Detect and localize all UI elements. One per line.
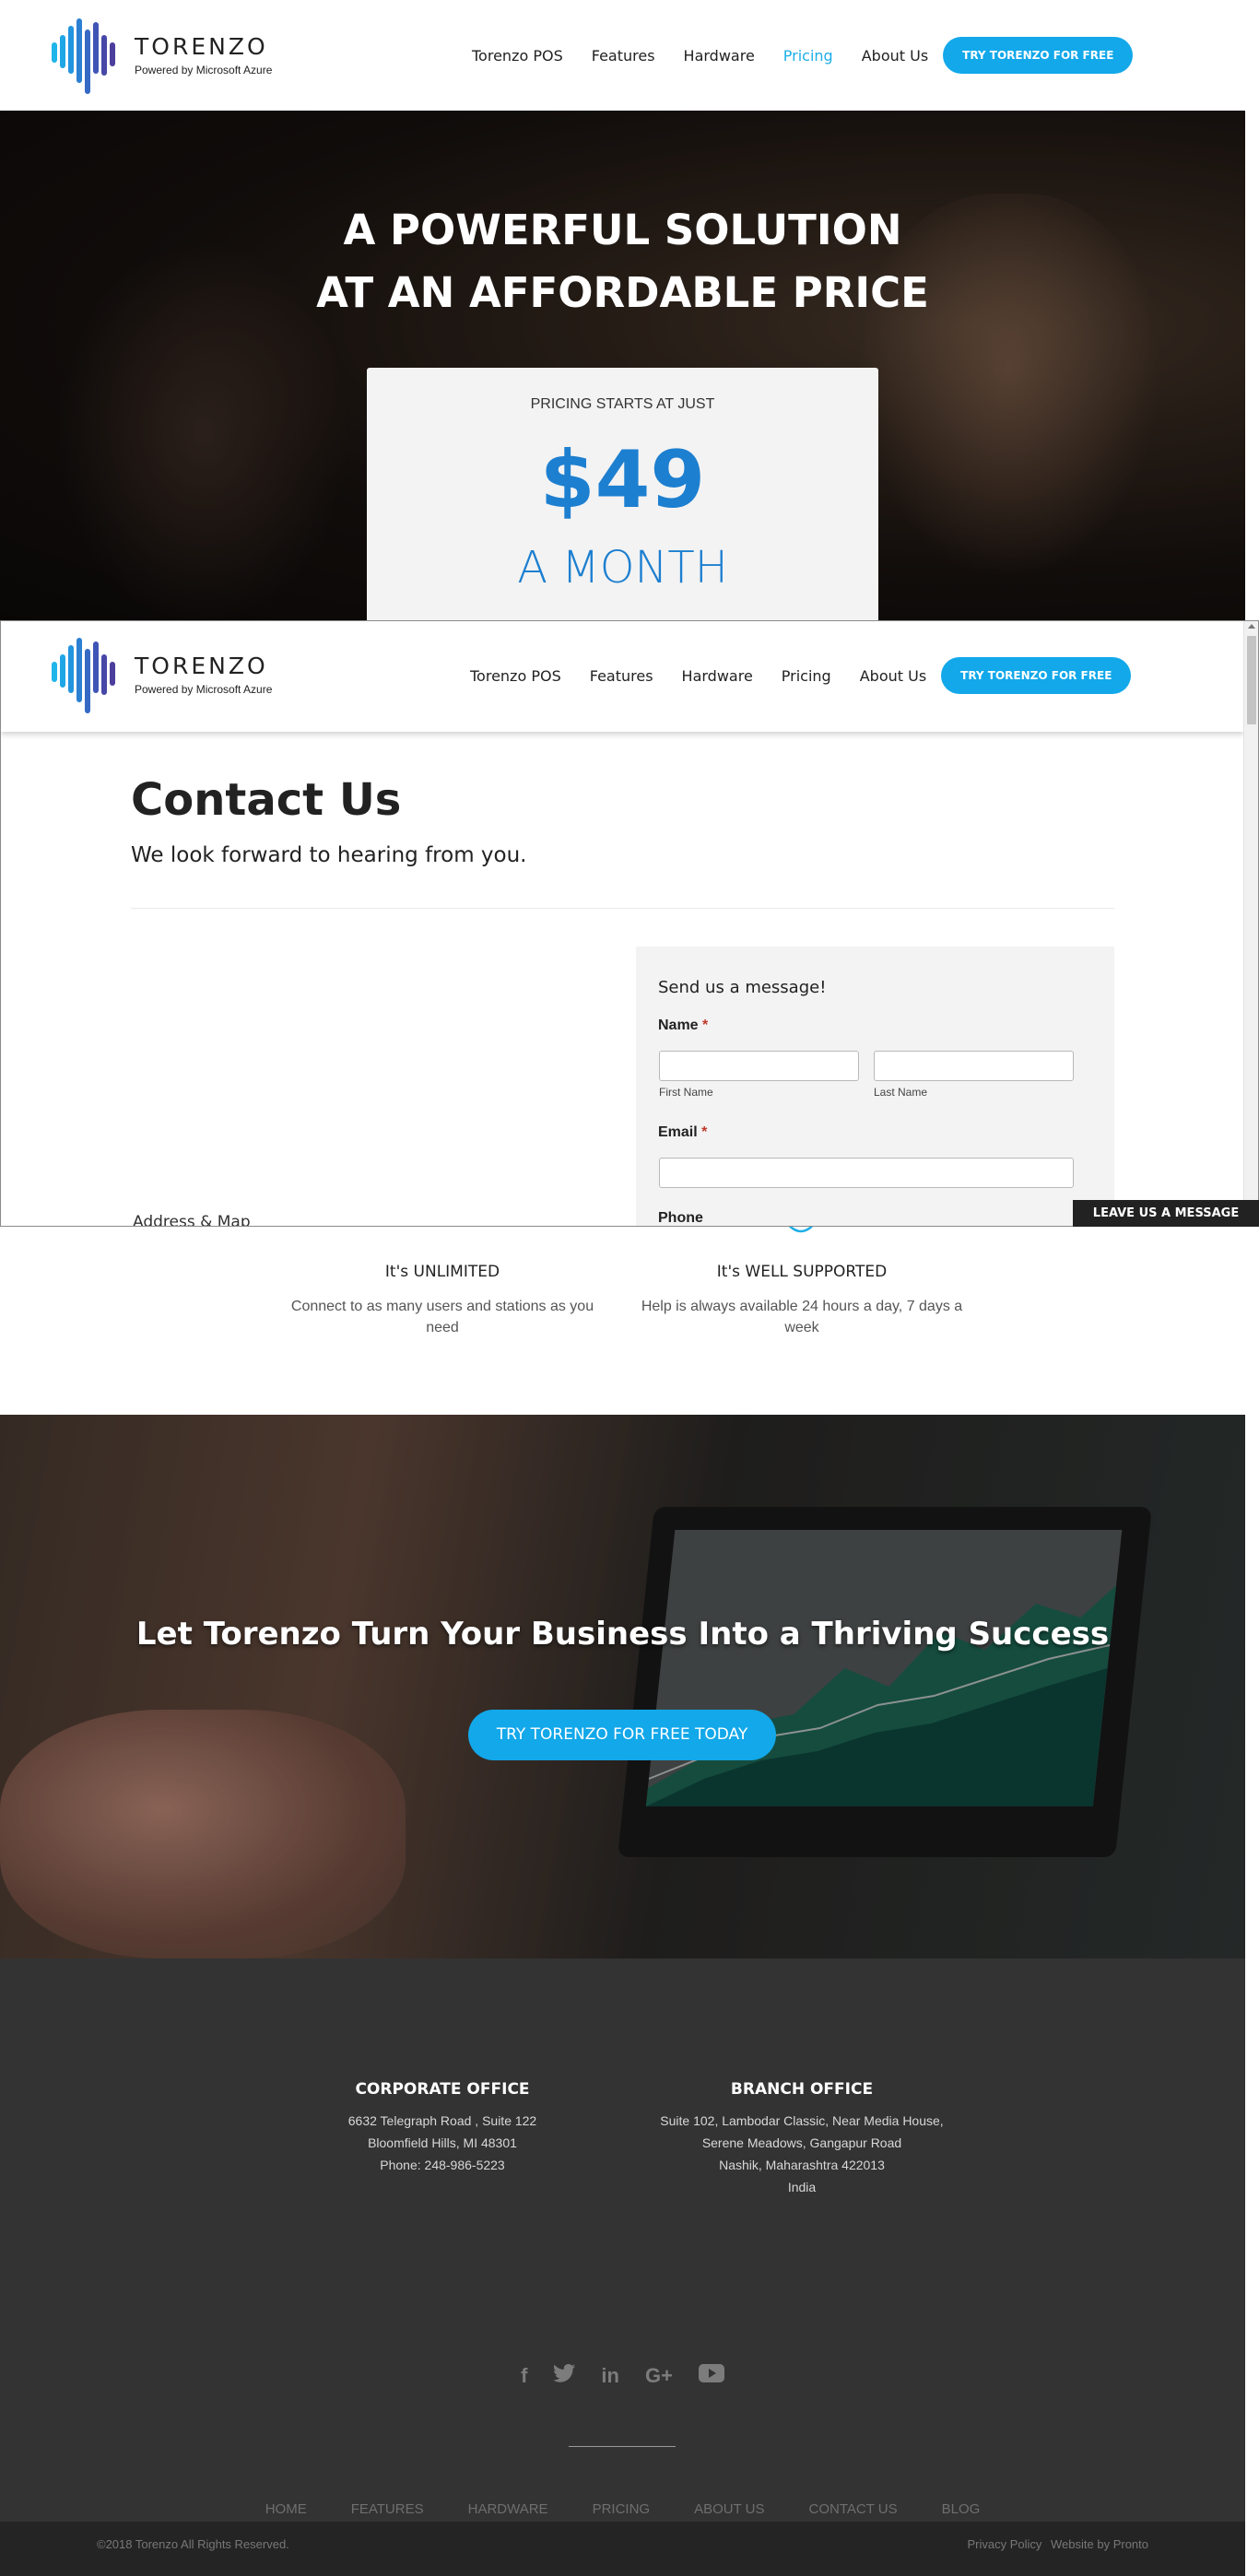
try-free-button[interactable]: TRY TORENZO FOR FREE xyxy=(943,37,1134,74)
linkedin-icon[interactable]: in xyxy=(601,2364,619,2388)
required-marker: * xyxy=(702,1017,709,1033)
required-marker: * xyxy=(701,1124,708,1140)
nav-item-hardware[interactable]: Hardware xyxy=(682,667,753,685)
corporate-address-line2: Bloomfield Hills, MI 48301 xyxy=(368,2135,517,2150)
form-heading: Send us a message! xyxy=(658,978,827,997)
legal-links: Privacy Policy Website by Pronto xyxy=(961,2537,1148,2551)
footer-divider xyxy=(569,2446,676,2447)
nav-item-hardware[interactable]: Hardware xyxy=(684,47,755,65)
nav-item-pricing[interactable]: Pricing xyxy=(782,667,831,685)
email-label: Email * xyxy=(658,1124,708,1140)
footer-link-hardware[interactable]: HARDWARE xyxy=(468,2501,548,2517)
site-footer: CORPORATE OFFICE 6632 Telegraph Road , S… xyxy=(0,1958,1245,2522)
google-plus-icon[interactable]: G+ xyxy=(645,2364,673,2388)
last-name-hint: Last Name xyxy=(874,1086,928,1099)
social-links: f in G+ xyxy=(0,2364,1245,2388)
cta-banner: Let Torenzo Turn Your Business Into a Th… xyxy=(0,1415,1245,1958)
page-title: Contact Us xyxy=(131,774,402,826)
logo-tagline: Powered by Microsoft Azure xyxy=(135,682,273,696)
price-card: PRICING STARTS AT JUST $49 A MONTH xyxy=(367,368,878,622)
facebook-icon[interactable]: f xyxy=(521,2364,527,2388)
site-logo[interactable]: TORENZO Powered by Microsoft Azure xyxy=(50,17,272,94)
price-label: PRICING STARTS AT JUST xyxy=(530,396,715,412)
scroll-up-arrow-icon[interactable] xyxy=(1248,624,1255,629)
scroll-thumb[interactable] xyxy=(1247,636,1256,724)
section-divider xyxy=(131,908,1114,909)
main-nav: Torenzo POS Features Hardware Pricing Ab… xyxy=(472,37,1134,74)
first-name-hint: First Name xyxy=(659,1086,713,1099)
nav-item-torenzo-pos[interactable]: Torenzo POS xyxy=(472,47,563,65)
site-header: TORENZO Powered by Microsoft Azure Toren… xyxy=(0,0,1245,111)
feature-desc-unlimited: Connect to as many users and stations as… xyxy=(290,1299,594,1335)
youtube-icon[interactable] xyxy=(698,2364,724,2388)
leave-message-tab[interactable]: LEAVE US A MESSAGE xyxy=(1073,1200,1259,1227)
address-map-heading: Address & Map xyxy=(133,1213,251,1227)
page-subtitle: We look forward to hearing from you. xyxy=(131,843,527,867)
nav-item-about-us[interactable]: About Us xyxy=(862,47,928,65)
feature-title-unlimited: It's UNLIMITED xyxy=(384,1263,500,1281)
modal-nav: Torenzo POS Features Hardware Pricing Ab… xyxy=(470,657,1132,694)
name-label: Name * xyxy=(658,1017,709,1033)
feature-title-supported: It's WELL SUPPORTED xyxy=(716,1263,888,1281)
branch-address-line3: Nashik, Maharashtra 422013 xyxy=(719,2158,885,2172)
nav-item-features[interactable]: Features xyxy=(592,47,655,65)
privacy-policy-link[interactable]: Privacy Policy xyxy=(967,2537,1041,2551)
branch-office-title: BRANCH OFFICE xyxy=(730,2080,874,2099)
corporate-office-title: CORPORATE OFFICE xyxy=(355,2080,530,2099)
branch-address-line1: Suite 102, Lambodar Classic, Near Media … xyxy=(660,2113,944,2128)
footer-link-about-us[interactable]: ABOUT US xyxy=(694,2501,764,2517)
feature-desc-supported: Help is always available 24 hours a day,… xyxy=(641,1299,963,1335)
logo-mark-icon xyxy=(50,17,125,94)
nav-item-pricing[interactable]: Pricing xyxy=(783,47,833,65)
footer-link-pricing[interactable]: PRICING xyxy=(593,2501,651,2517)
price-unit: A MONTH xyxy=(517,542,728,594)
price-amount: $49 xyxy=(539,434,706,526)
website-credit-link[interactable]: Website by Pronto xyxy=(1051,2537,1148,2551)
pricing-hero: A POWERFUL SOLUTION AT AN AFFORDABLE PRI… xyxy=(0,111,1245,622)
branch-address-line4: India xyxy=(787,2180,817,2194)
contact-form: Send us a message! Name * First Name Las… xyxy=(636,947,1114,1226)
first-name-field[interactable] xyxy=(659,1051,859,1081)
footer-link-contact-us[interactable]: CONTACT US xyxy=(808,2501,897,2517)
corporate-office: CORPORATE OFFICE 6632 Telegraph Road , S… xyxy=(277,2078,608,2176)
footer-link-blog[interactable]: BLOG xyxy=(942,2501,981,2517)
hero-title: A POWERFUL SOLUTION AT AN AFFORDABLE PRI… xyxy=(0,199,1245,324)
try-free-button[interactable]: TRY TORENZO FOR FREE xyxy=(941,657,1132,694)
footer-bottom-bar: ©2018 Torenzo All Rights Reserved. Priva… xyxy=(0,2522,1245,2576)
email-field[interactable] xyxy=(659,1158,1074,1188)
corporate-address-line1: 6632 Telegraph Road , Suite 122 xyxy=(347,2113,537,2128)
modal-logo[interactable]: TORENZO Powered by Microsoft Azure xyxy=(50,636,272,713)
hero-title-line2: AT AN AFFORDABLE PRICE xyxy=(316,268,929,317)
twitter-icon[interactable] xyxy=(553,2364,576,2388)
logo-mark-icon xyxy=(50,636,125,713)
copyright-text: ©2018 Torenzo All Rights Reserved. xyxy=(97,2537,289,2551)
branch-address-line2: Serene Meadows, Gangapur Road xyxy=(701,2135,902,2150)
nav-item-about-us[interactable]: About Us xyxy=(860,667,926,685)
logo-tagline: Powered by Microsoft Azure xyxy=(135,63,273,76)
modal-scrollbar[interactable] xyxy=(1243,621,1258,1226)
footer-nav: HOME FEATURES HARDWARE PRICING ABOUT US … xyxy=(0,2501,1245,2517)
footer-link-home[interactable]: HOME xyxy=(265,2501,307,2517)
footer-link-features[interactable]: FEATURES xyxy=(351,2501,424,2517)
corporate-phone[interactable]: Phone: 248-986-5223 xyxy=(277,2154,608,2176)
logo-name: TORENZO xyxy=(135,32,268,60)
modal-header: TORENZO Powered by Microsoft Azure Toren… xyxy=(1,621,1244,732)
last-name-field[interactable] xyxy=(874,1051,1074,1081)
logo-name: TORENZO xyxy=(135,652,268,679)
branch-office: BRANCH OFFICE Suite 102, Lambodar Classi… xyxy=(636,2078,968,2198)
contact-modal: TORENZO Powered by Microsoft Azure Toren… xyxy=(0,620,1259,1227)
hero-title-line1: A POWERFUL SOLUTION xyxy=(343,206,902,254)
nav-item-features[interactable]: Features xyxy=(590,667,653,685)
nav-item-torenzo-pos[interactable]: Torenzo POS xyxy=(470,667,561,685)
cta-title: Let Torenzo Turn Your Business Into a Th… xyxy=(135,1616,1110,1653)
try-free-today-button[interactable]: TRY TORENZO FOR FREE TODAY xyxy=(468,1710,776,1760)
phone-label: Phone xyxy=(658,1210,703,1226)
